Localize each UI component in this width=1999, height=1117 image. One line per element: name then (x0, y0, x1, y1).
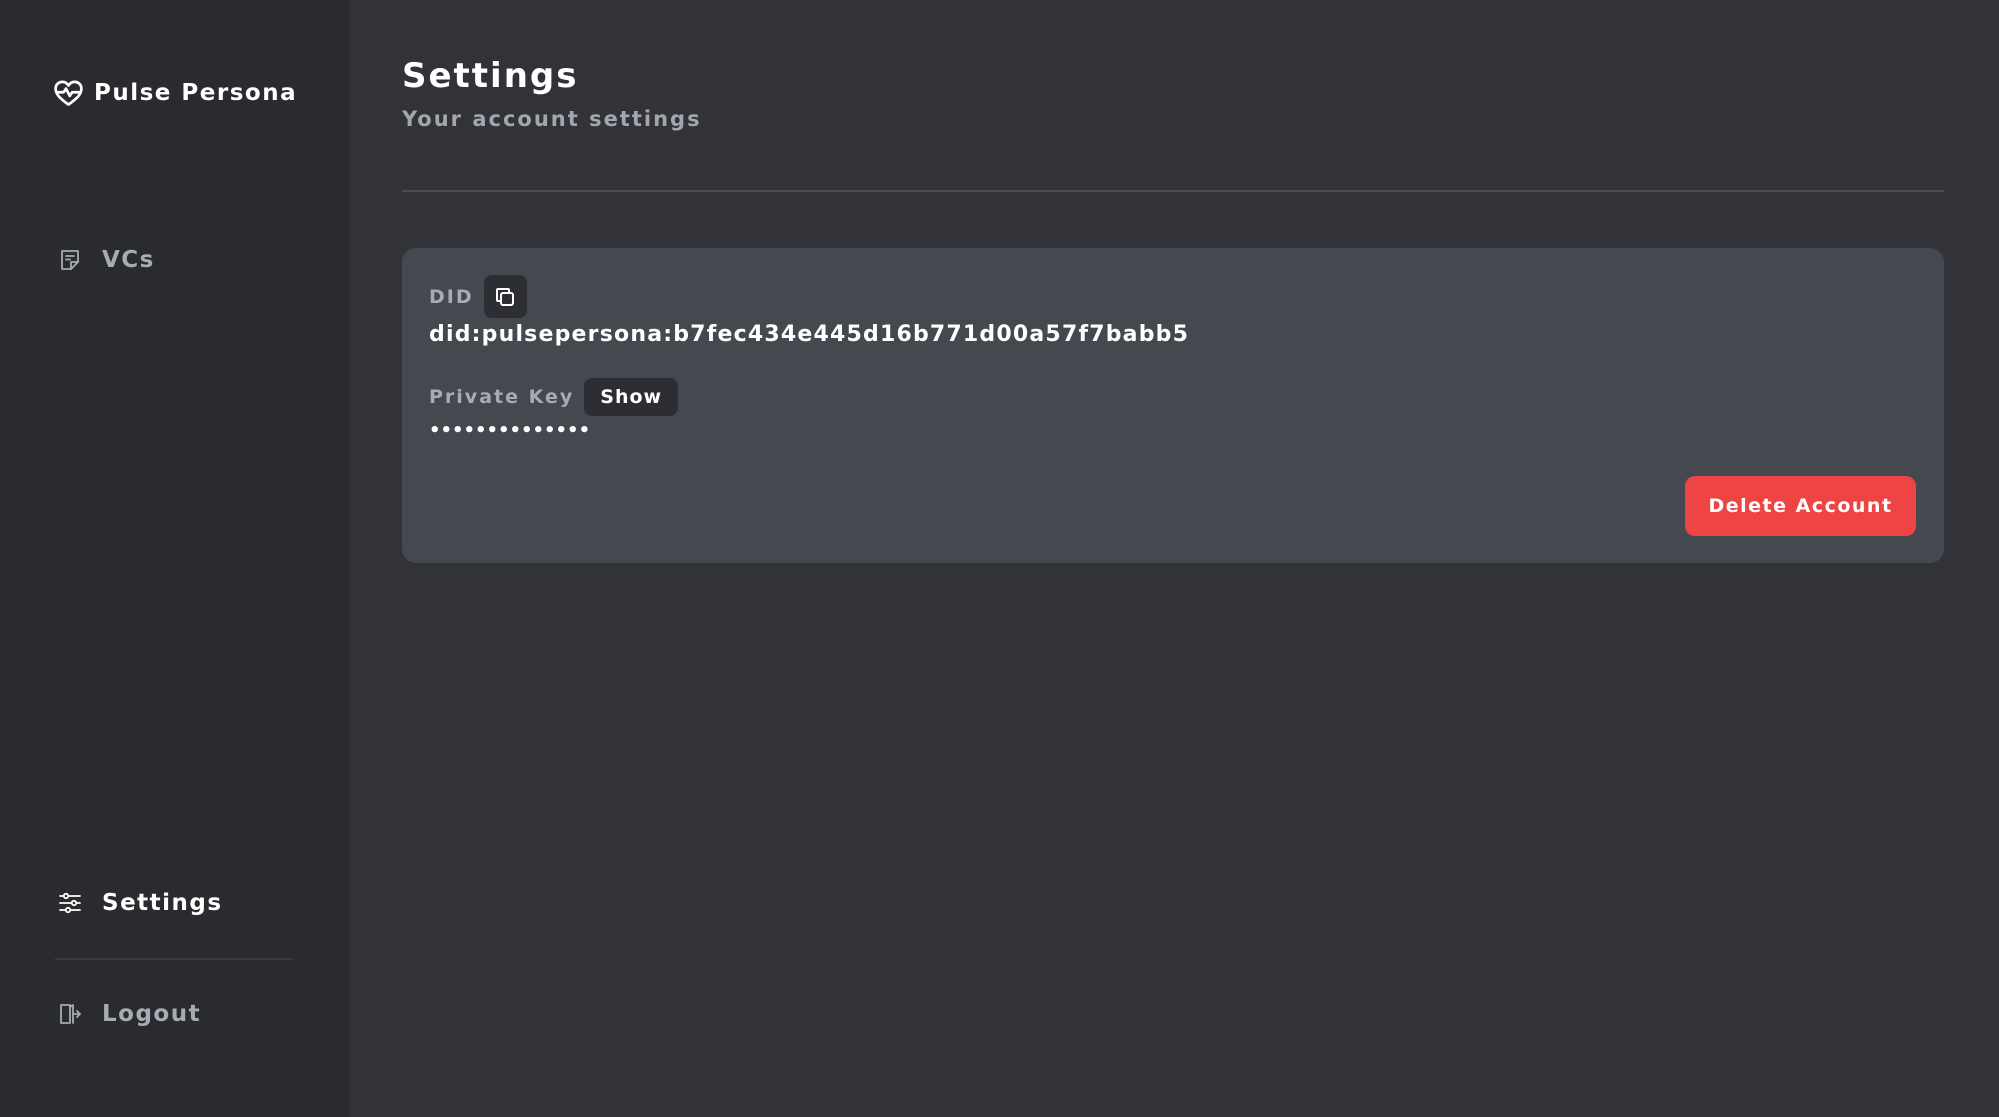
private-key-label: Private Key (429, 386, 575, 408)
document-icon (61, 250, 79, 270)
brand-name: Pulse Persona (94, 80, 298, 106)
copy-icon (496, 287, 515, 306)
show-private-key-button[interactable]: Show (584, 378, 679, 416)
private-key-masked-value: •••••••••••••• (429, 420, 591, 441)
sliders-icon (59, 892, 81, 914)
did-value: did:pulsepersona:b7fec434e445d16b771d00a… (429, 322, 1190, 347)
app-window: Pulse Persona VCs Settings Logout Settin… (0, 0, 1999, 1117)
sidebar-item-logout[interactable]: Logout (58, 1001, 201, 1027)
sidebar-item-settings[interactable]: Settings (58, 890, 223, 916)
copy-did-button[interactable] (483, 275, 527, 318)
logout-icon (60, 1004, 81, 1024)
page-title: Settings (402, 56, 579, 96)
sidebar-item-label: Logout (102, 1001, 202, 1027)
did-row: DID (429, 275, 527, 318)
sidebar-item-label: Settings (102, 890, 223, 916)
page-subtitle: Your account settings (402, 107, 702, 131)
sidebar-item-vcs[interactable]: VCs (58, 247, 155, 273)
brand-logo[interactable]: Pulse Persona (53, 78, 297, 108)
private-key-row: Private Key Show (429, 378, 679, 416)
heart-pulse-icon (54, 79, 83, 106)
sidebar: Pulse Persona VCs Settings Logout (0, 0, 349, 1117)
sidebar-item-label: VCs (102, 247, 155, 273)
did-label: DID (429, 285, 474, 308)
account-settings-card: DID did:pulsepersona:b7fec434e445d16b771… (402, 248, 1944, 563)
delete-account-button[interactable]: Delete Account (1685, 476, 1916, 536)
header-divider (402, 190, 1944, 192)
sidebar-divider (55, 958, 293, 960)
